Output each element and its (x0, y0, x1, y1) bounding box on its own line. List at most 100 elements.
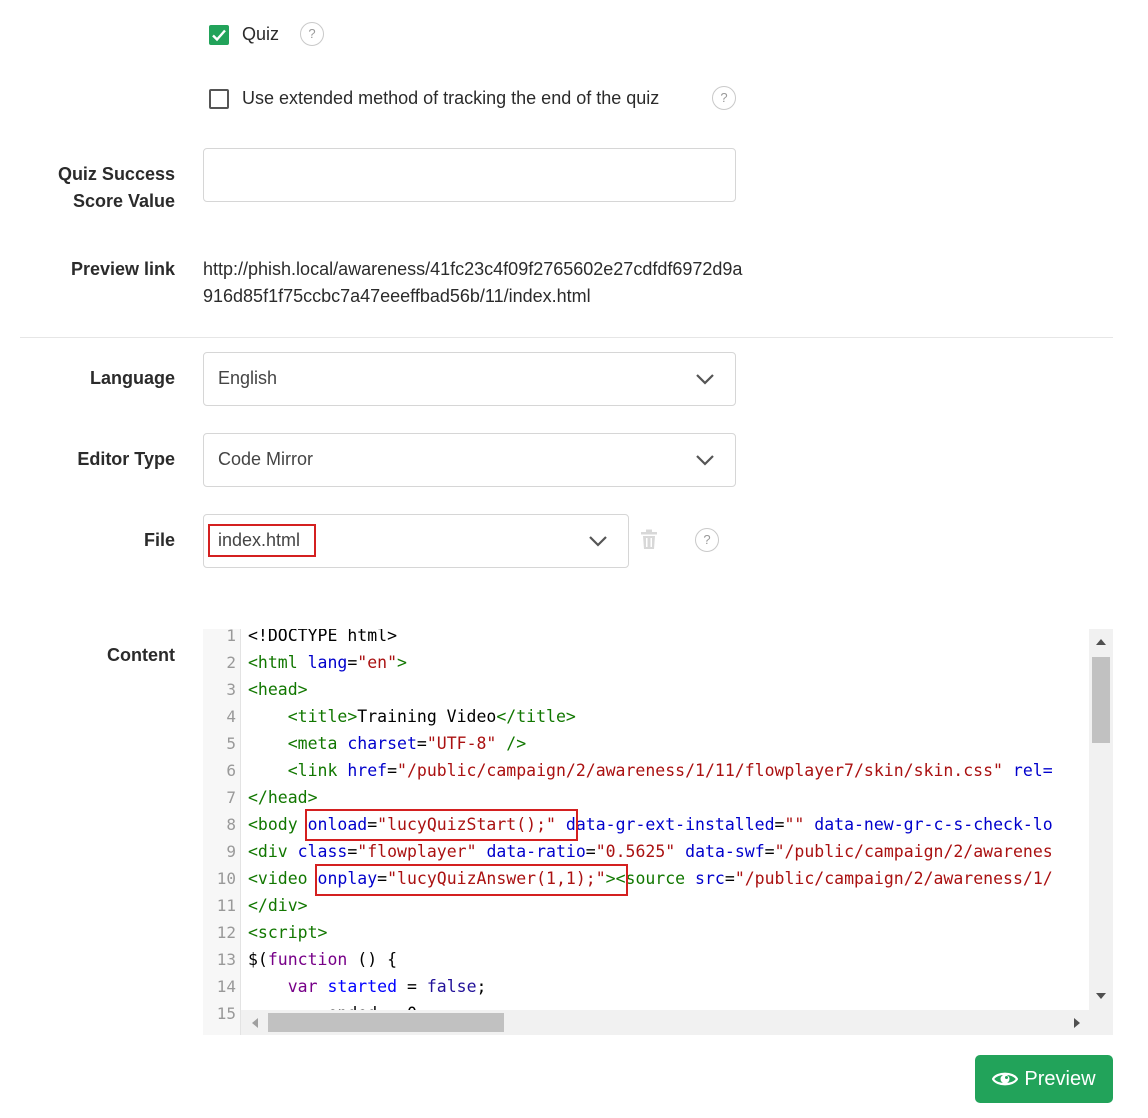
quiz-help-icon[interactable]: ? (300, 22, 324, 46)
language-label: Language (89, 368, 175, 388)
line-number: 2 (226, 653, 236, 672)
code-token: > (397, 653, 407, 672)
editor-type-select[interactable]: Code Mirror (203, 433, 736, 487)
quiz-label: Quiz (242, 24, 280, 44)
language-select[interactable]: English (203, 352, 736, 406)
scroll-left-icon[interactable] (251, 1017, 259, 1029)
code-token: rel= (1002, 761, 1053, 780)
code-line: <!DOCTYPE html> (248, 629, 397, 649)
line-number: 1 (226, 629, 236, 645)
code-token: data-gr-ext-installed (555, 815, 775, 834)
code-token: "/public/campaign/2/awareness/1/ (734, 869, 1053, 888)
code-token: <head> (248, 680, 308, 699)
vertical-scrollbar[interactable] (1089, 629, 1113, 1010)
language-value: English (218, 368, 278, 388)
code-token: "/public/campaign/2/awareness/1/11/flowp… (397, 761, 1003, 780)
line-number: 14 (216, 977, 236, 996)
code-token: = (764, 842, 775, 861)
line-number: 5 (226, 734, 236, 753)
code-token: <video (248, 869, 308, 888)
code-token: href (337, 761, 388, 780)
code-token: = (416, 734, 427, 753)
file-value-highlight (208, 524, 316, 557)
code-line: <html lang="en"> (248, 649, 407, 676)
line-number: 3 (226, 680, 236, 699)
code-token: data-swf (675, 842, 765, 861)
code-line: <div class="flowplayer" data-ratio="0.56… (248, 838, 1053, 865)
extended-tracking-label: Use extended method of tracking the end … (242, 88, 660, 108)
check-icon (212, 29, 226, 42)
line-number: 13 (216, 950, 236, 969)
scroll-down-icon[interactable] (1095, 992, 1107, 1000)
code-token: <body (248, 815, 298, 834)
code-token: data-new-gr-c-s-check-lo (804, 815, 1053, 834)
code-token: src (685, 869, 725, 888)
preview-link-url[interactable]: http://phish.local/awareness/41fc23c4f09… (203, 256, 743, 310)
code-line: var started = false; (248, 973, 487, 1000)
code-token: </title> (496, 707, 576, 726)
section-divider (20, 337, 1113, 338)
code-token: <meta (248, 734, 338, 753)
line-number: 8 (226, 815, 236, 834)
line-number: 10 (216, 869, 236, 888)
code-line: <meta charset="UTF-8" /> (248, 730, 526, 757)
line-number: 15 (216, 1004, 236, 1023)
code-line: <link href="/public/campaign/2/awareness… (248, 757, 1053, 784)
code-token: $( (248, 950, 268, 969)
quiz-success-label-line1: Quiz Success (57, 164, 175, 184)
chevron-down-icon (589, 536, 607, 547)
file-label: File (143, 530, 175, 550)
code-token: <!DOCTYPE html> (248, 629, 398, 645)
code-token: = (397, 977, 427, 996)
scroll-right-icon[interactable] (1073, 1017, 1081, 1029)
line-number: 11 (216, 896, 236, 915)
code-token: false (426, 977, 477, 996)
code-token: started (317, 977, 398, 996)
preview-button[interactable]: Preview (975, 1055, 1113, 1103)
vertical-scrollbar-thumb[interactable] (1092, 657, 1110, 743)
onload-highlight (305, 809, 578, 841)
quiz-success-score-input[interactable] (203, 148, 736, 202)
code-token: = (585, 842, 596, 861)
horizontal-scrollbar-thumb[interactable] (268, 1013, 504, 1032)
extended-tracking-help-icon[interactable]: ? (712, 86, 736, 110)
code-line: $(function () { (248, 946, 397, 973)
code-token: var (287, 977, 318, 996)
code-token: = (774, 815, 785, 834)
code-token: ; (476, 977, 487, 996)
code-token: "flowplayer" (357, 842, 477, 861)
code-line: <head> (248, 676, 308, 703)
horizontal-scrollbar[interactable] (241, 1010, 1089, 1035)
line-number: 12 (216, 923, 236, 942)
code-token: lang (297, 653, 348, 672)
code-token: <script> (248, 923, 328, 942)
code-editor[interactable]: 1 2 3 4 5 6 7 8 9 10 11 12 13 14 15 <!DO… (203, 629, 1113, 1035)
extended-tracking-checkbox[interactable] (209, 89, 229, 109)
line-number: 4 (226, 707, 236, 726)
scroll-up-icon[interactable] (1095, 638, 1107, 646)
file-help-icon[interactable]: ? (695, 528, 719, 552)
code-token: "UTF-8" (426, 734, 497, 753)
trash-icon[interactable] (640, 529, 658, 550)
code-token: = (724, 869, 735, 888)
code-token: data-ratio (476, 842, 586, 861)
code-token: charset (337, 734, 417, 753)
code-token: <link (248, 761, 338, 780)
preview-link-label: Preview link (70, 259, 175, 279)
scrollbar-corner (1089, 1010, 1113, 1035)
line-number: 9 (226, 842, 236, 861)
quiz-checkbox[interactable] (209, 25, 229, 45)
code-line: <script> (248, 919, 327, 946)
editor-type-value: Code Mirror (218, 449, 314, 469)
content-label: Content (107, 645, 175, 665)
code-token: /> (496, 734, 527, 753)
line-number: 6 (226, 761, 236, 780)
quiz-success-label-line2: Score Value (72, 191, 175, 211)
code-token: = (347, 842, 358, 861)
code-token: = (347, 653, 358, 672)
chevron-down-icon (696, 455, 714, 466)
code-token: "/public/campaign/2/awarenes (774, 842, 1053, 861)
code-token: "0.5625" (595, 842, 676, 861)
code-token: function (267, 950, 348, 969)
